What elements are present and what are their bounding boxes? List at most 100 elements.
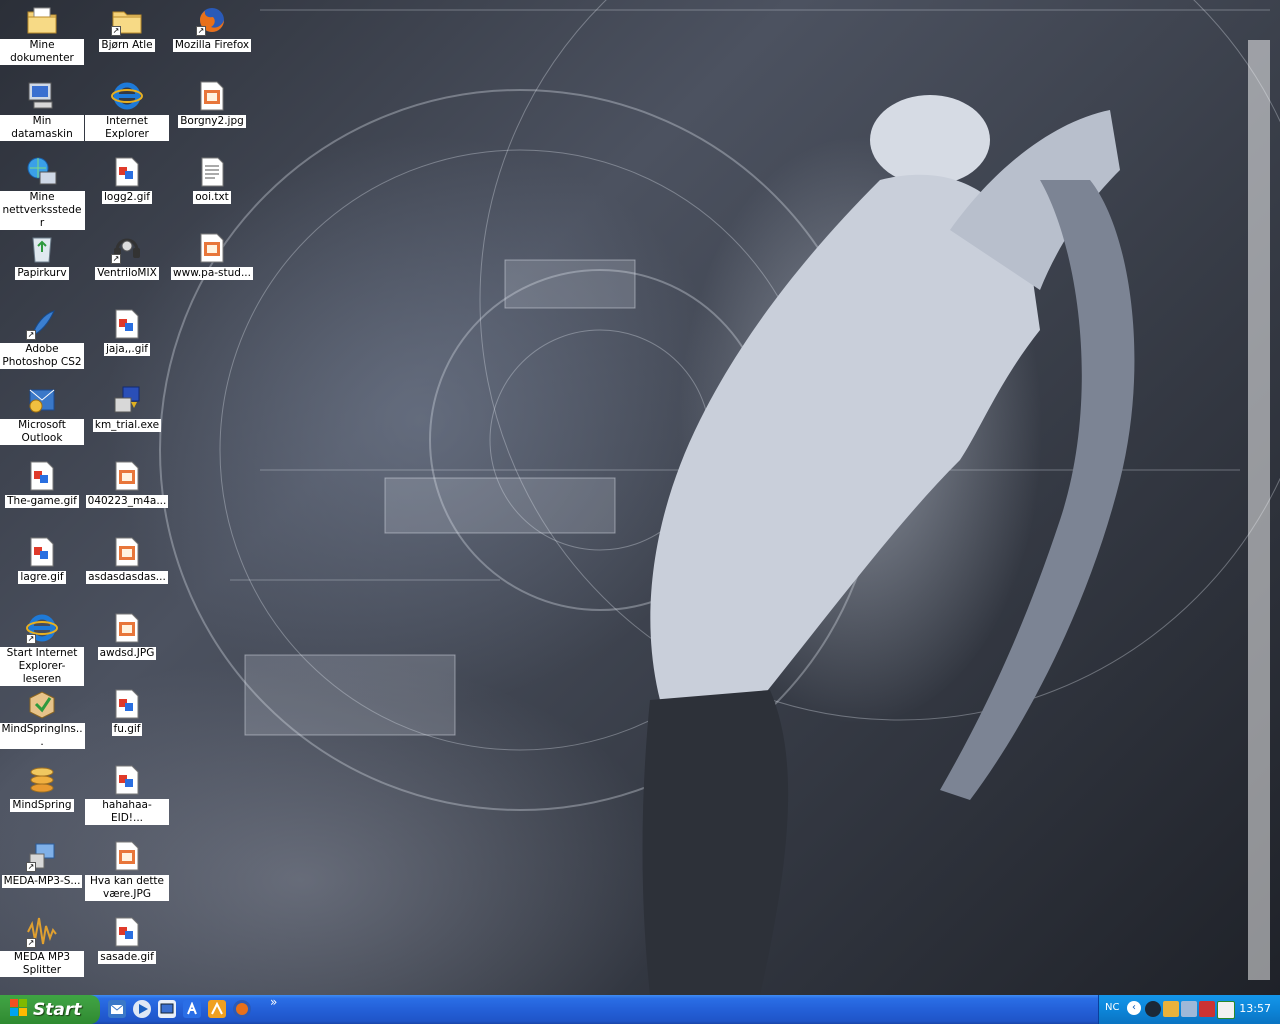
firefox-icon: ↗ xyxy=(196,4,228,36)
system-tray: NC ‹ 13:57 xyxy=(1098,995,1280,1024)
icon-label: Start Internet Explorer-leseren xyxy=(0,647,84,686)
desktop-icon-ventrilomix[interactable]: ↗ VentriloMIX xyxy=(85,230,169,302)
windows-logo-icon xyxy=(10,999,28,1020)
desktop-icon-ooi-txt[interactable]: ooi.txt xyxy=(170,154,254,226)
desktop-icon-jaja-gif[interactable]: jaja,,.gif xyxy=(85,306,169,378)
desktop[interactable]: Mine dokumenter Min datamaskin Mine nett… xyxy=(0,0,1280,995)
firefox-icon[interactable] xyxy=(233,1000,251,1018)
language-indicator[interactable]: NC xyxy=(1105,1002,1119,1013)
outlook-icon xyxy=(26,384,58,416)
steam-icon[interactable] xyxy=(1145,1001,1161,1017)
installer-box-icon xyxy=(26,688,58,720)
icon-label: Papirkurv xyxy=(15,267,69,280)
desktop-icon-mindspring-installer[interactable]: MindSpringIns... xyxy=(0,686,85,758)
desktop-icon-meda-mp3-splitter[interactable]: ↗ MEDA MP3 Splitter xyxy=(0,914,84,986)
desktop-icon-mine-nettverkssteder[interactable]: Mine nettverkssteder xyxy=(0,154,85,230)
desktop-icon-040223-m4a[interactable]: 040223_m4a... xyxy=(85,458,169,530)
desktop-icon-mozilla-firefox[interactable]: ↗ Mozilla Firefox xyxy=(170,2,254,74)
volume-icon[interactable] xyxy=(1199,1001,1215,1017)
desktop-icon-internet-explorer[interactable]: Internet Explorer xyxy=(85,78,169,150)
desktop-icon-awdsd-jpg[interactable]: awdsd.JPG xyxy=(85,610,169,682)
tray-expand-button[interactable]: ‹ xyxy=(1127,1001,1141,1015)
shortcut-arrow-icon: ↗ xyxy=(26,938,36,948)
computer-icon xyxy=(26,80,58,112)
audio-wave-icon: ↗ xyxy=(26,916,58,948)
desktop-icon-asdasdasdas[interactable]: asdasdasdas... xyxy=(85,534,169,606)
desktop-icon-borgny2-jpg[interactable]: Borgny2.jpg xyxy=(170,78,254,150)
media-player-icon[interactable] xyxy=(133,1000,151,1018)
desktop-icon-adobe-photoshop[interactable]: ↗ Adobe Photoshop CS2 xyxy=(0,306,84,378)
desktop-icon-meda-mp3-setup[interactable]: ↗ MEDA-MP3-S... xyxy=(0,838,84,910)
gif-image-icon xyxy=(111,916,143,948)
taskbar: Start » NC ‹ 13:57 xyxy=(0,995,1280,1024)
winamp-icon[interactable] xyxy=(208,1000,226,1018)
jpg-image-icon xyxy=(111,460,143,492)
shortcut-arrow-icon: ↗ xyxy=(111,254,121,264)
desktop-icon-mindspring[interactable]: MindSpring xyxy=(0,762,84,834)
desktop-icon-sasade-gif[interactable]: sasade.gif xyxy=(85,914,169,986)
photoshop-feather-icon: ↗ xyxy=(26,308,58,340)
antivirus-icon[interactable] xyxy=(1163,1001,1179,1017)
folder-icon: ↗ xyxy=(111,4,143,36)
desktop-icon-the-game-gif[interactable]: The-game.gif xyxy=(0,458,84,530)
headset-icon: ↗ xyxy=(111,232,143,264)
network-places-icon xyxy=(26,156,58,188)
desktop-icon-microsoft-outlook[interactable]: Microsoft Outlook xyxy=(0,382,84,454)
gif-image-icon xyxy=(111,688,143,720)
icon-label: lagre.gif xyxy=(18,571,66,584)
jpg-image-icon xyxy=(111,840,143,872)
icon-label: Hva kan dette være.JPG xyxy=(85,875,169,901)
shortcut-arrow-icon: ↗ xyxy=(26,330,36,340)
network-icon[interactable] xyxy=(1181,1001,1197,1017)
icon-label: awdsd.JPG xyxy=(97,647,157,660)
jpg-image-icon xyxy=(196,232,228,264)
icon-label: Adobe Photoshop CS2 xyxy=(0,343,84,369)
desktop-icon-logg2-gif[interactable]: logg2.gif xyxy=(85,154,169,226)
shortcut-arrow-icon: ↗ xyxy=(111,26,121,36)
clock[interactable]: 13:57 xyxy=(1239,1002,1271,1015)
internet-explorer-icon xyxy=(111,80,143,112)
messenger-icon[interactable] xyxy=(183,1000,201,1018)
desktop-icon-papirkurv[interactable]: Papirkurv xyxy=(0,230,84,302)
quick-launch-bar xyxy=(108,1000,251,1020)
meda-installer-icon: ↗ xyxy=(26,840,58,872)
quick-launch-more-button[interactable]: » xyxy=(270,995,277,1009)
desktop-icon-lagre-gif[interactable]: lagre.gif xyxy=(0,534,84,606)
icon-label: Bjørn Atle xyxy=(99,39,155,52)
icon-label: ooi.txt xyxy=(193,191,231,204)
show-desktop-icon[interactable] xyxy=(158,1000,176,1018)
mindspring-icon xyxy=(26,764,58,796)
desktop-icon-hva-kan-dette-vaere[interactable]: Hva kan dette være.JPG xyxy=(85,838,169,910)
installer-exe-icon xyxy=(111,384,143,416)
icon-label: fu.gif xyxy=(111,723,143,736)
desktop-icon-min-datamaskin[interactable]: Min datamaskin xyxy=(0,78,84,150)
icon-label: MEDA-MP3-S... xyxy=(1,875,83,888)
outlook-icon[interactable] xyxy=(108,1000,126,1018)
desktop-icon-mine-dokumenter[interactable]: Mine dokumenter xyxy=(0,2,84,74)
icon-label: MindSpringIns... xyxy=(0,723,85,749)
start-label: Start xyxy=(33,999,82,1020)
desktop-icon-bjorn-atle[interactable]: ↗ Bjørn Atle xyxy=(85,2,169,74)
icon-label: logg2.gif xyxy=(102,191,152,204)
desktop-icon-start-internet-explorer[interactable]: ↗ Start Internet Explorer-leseren xyxy=(0,610,84,686)
gif-image-icon xyxy=(26,536,58,568)
gif-image-icon xyxy=(26,460,58,492)
jpg-image-icon xyxy=(111,612,143,644)
start-button[interactable]: Start xyxy=(0,995,100,1024)
folder-documents-icon xyxy=(26,4,58,36)
icon-label: Mine dokumenter xyxy=(0,39,84,65)
icon-label: asdasdasdas... xyxy=(86,571,168,584)
icon-label: Mozilla Firefox xyxy=(172,39,252,52)
ventrilo-icon[interactable] xyxy=(1217,1001,1235,1019)
shortcut-arrow-icon: ↗ xyxy=(26,634,36,644)
icon-label: Borgny2.jpg xyxy=(178,115,246,128)
icon-label: MindSpring xyxy=(10,799,74,812)
desktop-icon-km-trial-exe[interactable]: km_trial.exe xyxy=(85,382,169,454)
jpg-image-icon xyxy=(111,536,143,568)
internet-explorer-icon: ↗ xyxy=(26,612,58,644)
icon-label: Min datamaskin xyxy=(0,115,84,141)
desktop-icon-www-pa-stud[interactable]: www.pa-stud... xyxy=(170,230,254,302)
icon-label: Internet Explorer xyxy=(85,115,169,141)
desktop-icon-hahahaa-eid[interactable]: hahahaa-EID!... xyxy=(85,762,169,834)
desktop-icon-fu-gif[interactable]: fu.gif xyxy=(85,686,169,758)
